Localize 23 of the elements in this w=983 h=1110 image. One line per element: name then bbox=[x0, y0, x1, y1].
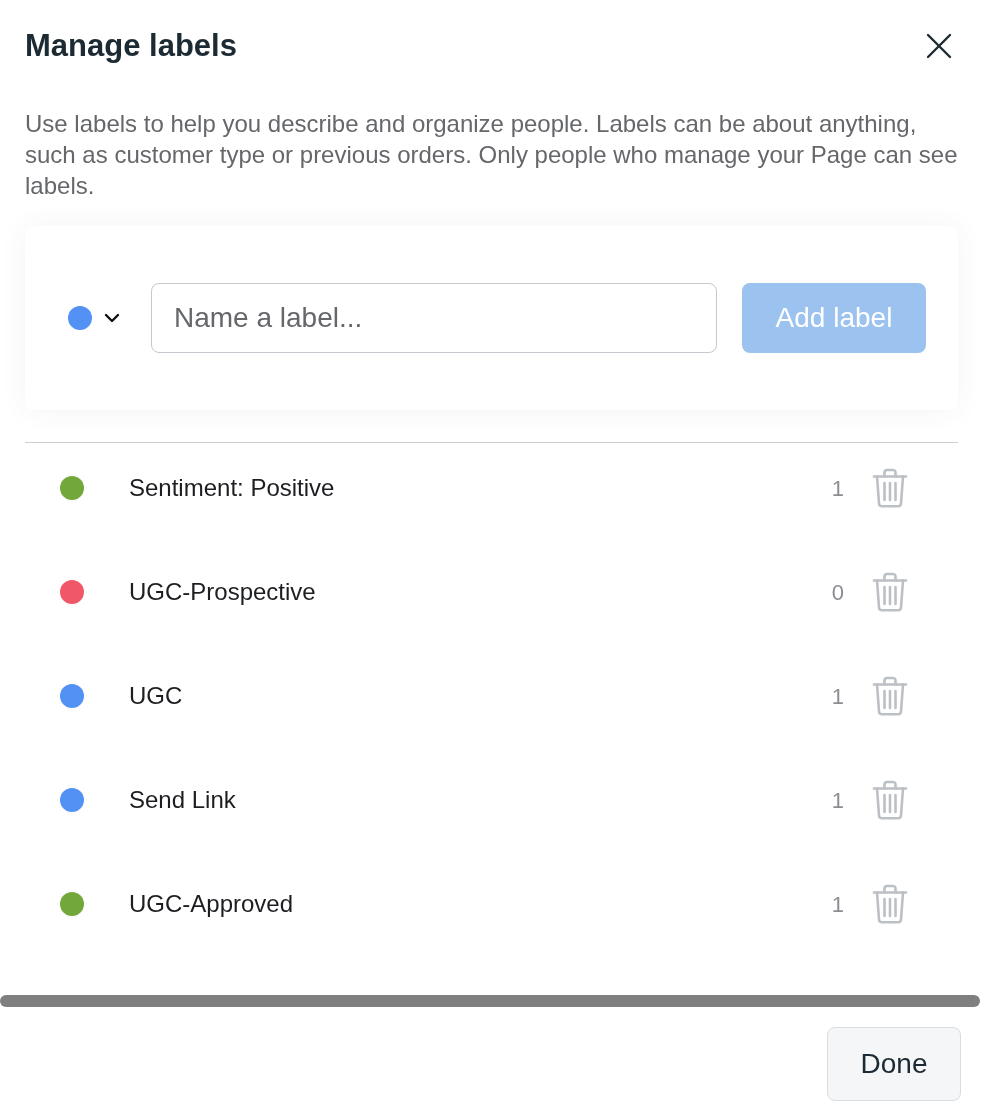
chevron-down-icon bbox=[104, 313, 120, 323]
trash-icon[interactable] bbox=[872, 884, 908, 924]
label-count: 1 bbox=[831, 786, 844, 815]
label-count: 1 bbox=[831, 682, 844, 711]
dialog-description: Use labels to help you describe and organize people. Labels can be about anything, such as customer type or previous orders. Only people who manage your Page can see labels. bbox=[25, 109, 959, 201]
dialog-title: Manage labels bbox=[25, 28, 237, 64]
label-name: UGC-Prospective bbox=[129, 577, 316, 607]
label-name: Send Link bbox=[129, 785, 236, 815]
label-name-field[interactable]: Name a label... bbox=[151, 283, 717, 353]
label-count: 1 bbox=[831, 474, 844, 503]
close-button[interactable] bbox=[925, 32, 953, 60]
trash-icon[interactable] bbox=[872, 676, 908, 716]
label-name: UGC bbox=[129, 681, 183, 711]
trash-icon[interactable] bbox=[872, 572, 908, 612]
label-count: 0 bbox=[831, 578, 844, 607]
label-name: Sentiment: Positive bbox=[129, 473, 335, 503]
trash-icon[interactable] bbox=[872, 780, 908, 820]
close-icon bbox=[926, 33, 952, 59]
done-button[interactable]: Done bbox=[827, 1027, 961, 1101]
label-name: UGC-Approved bbox=[129, 889, 294, 919]
label-count: 1 bbox=[831, 890, 844, 919]
trash-icon[interactable] bbox=[872, 468, 908, 508]
horizontal-scrollbar[interactable] bbox=[0, 995, 980, 1007]
